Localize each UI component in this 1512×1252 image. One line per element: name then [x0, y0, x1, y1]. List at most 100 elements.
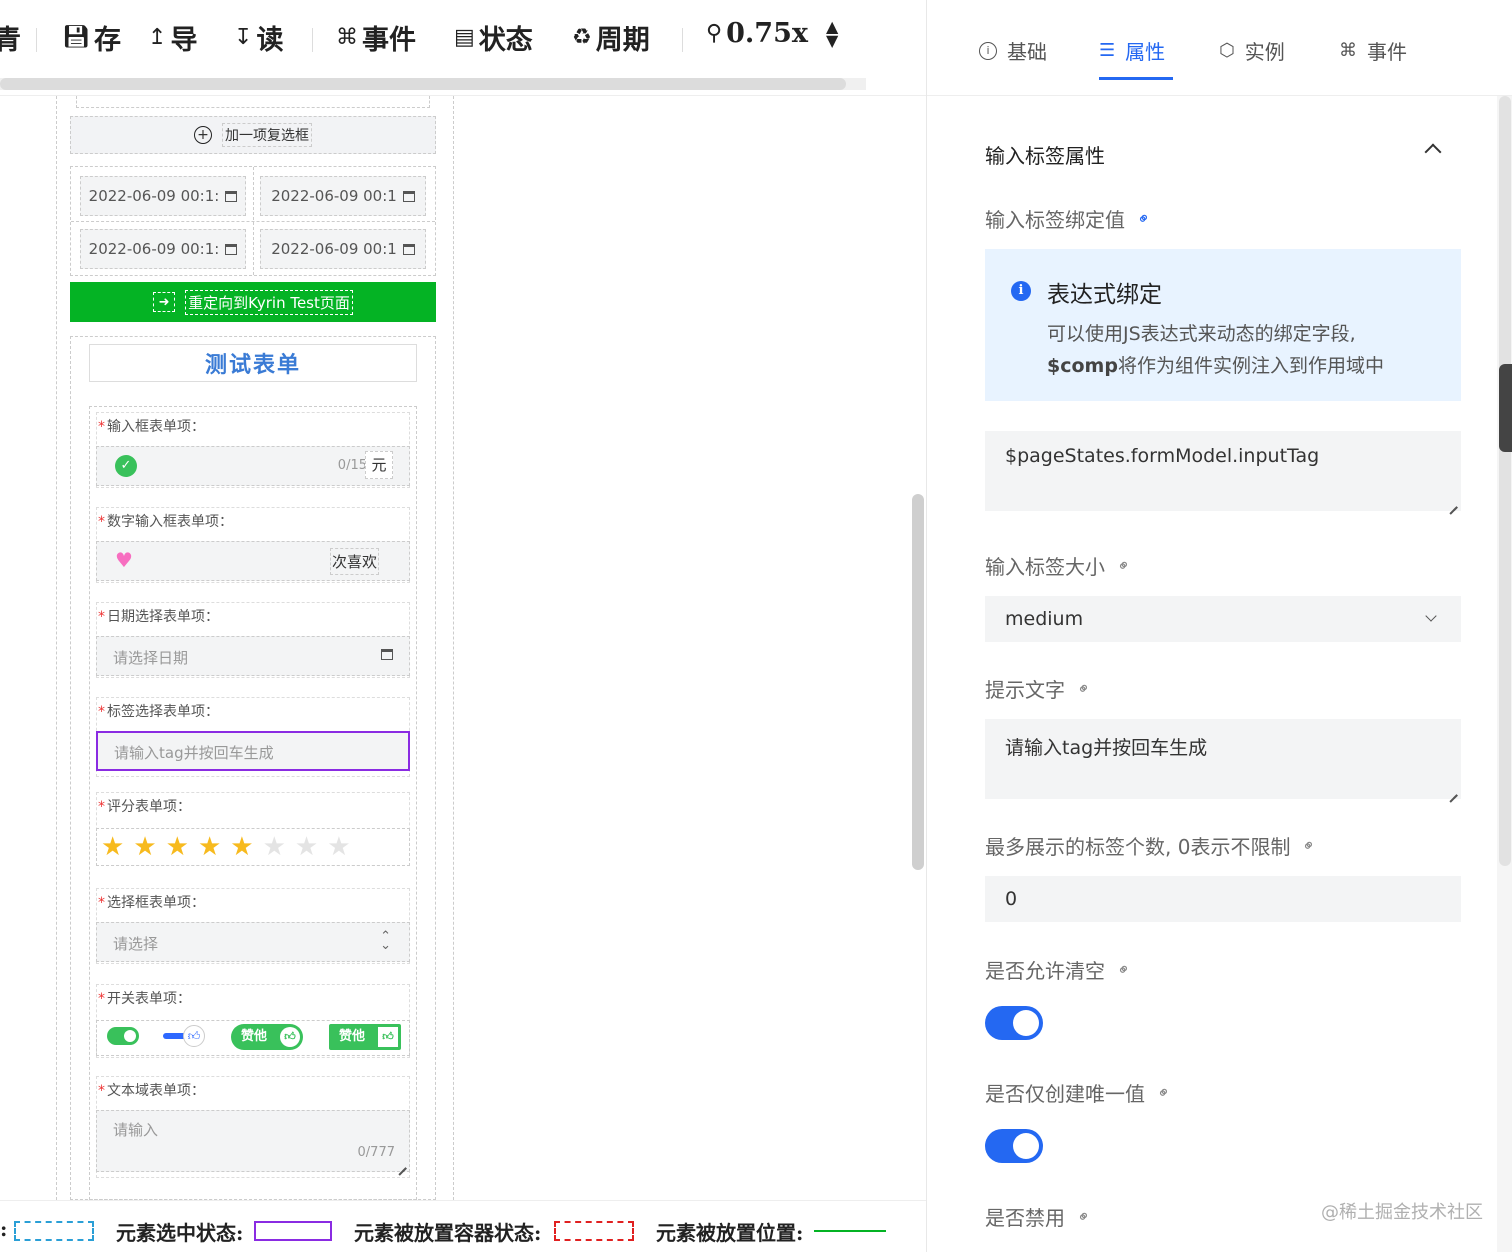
- date-picker[interactable]: 2022-06-09 00:1: [260, 176, 426, 216]
- toolbar-divider: [682, 28, 683, 52]
- add-checkbox-button[interactable]: + 加一项复选框: [70, 116, 436, 154]
- updown-arrows-icon: ⌃ ⌄: [380, 929, 391, 953]
- date-value: 2022-06-09 00:1: [271, 240, 397, 258]
- number-input[interactable]: ♥ 次喜欢: [96, 541, 410, 581]
- download-icon: ↧: [234, 25, 253, 50]
- star-icon[interactable]: ★: [327, 834, 350, 860]
- label-text: 最多展示的标签个数, 0表示不限制: [985, 835, 1291, 859]
- resize-handle-icon[interactable]: [396, 1158, 406, 1168]
- switch-thumb[interactable]: 👍︎: [163, 1025, 205, 1047]
- save-button[interactable]: 💾︎ 存: [62, 18, 121, 57]
- label-text: 是否允许清空: [985, 959, 1105, 983]
- size-select[interactable]: medium: [985, 596, 1461, 642]
- legend-prefix: :: [0, 1217, 8, 1241]
- import-button[interactable]: ↧ 读: [234, 18, 283, 57]
- binding-textarea[interactable]: $pageStates.formModel.inputTag: [985, 431, 1461, 511]
- resize-handle-icon[interactable]: [1447, 785, 1457, 795]
- redirect-button[interactable]: ➜ 重定向到Kyrin Test页面: [70, 282, 436, 322]
- legend-hover-sample: [14, 1221, 94, 1241]
- info-code: $comp: [1047, 355, 1118, 377]
- scrollbar-thumb[interactable]: [0, 78, 846, 90]
- tab-label: 属性: [1125, 40, 1166, 64]
- info-icon: i: [1011, 281, 1031, 301]
- link-icon[interactable]: ⚭: [1112, 958, 1135, 981]
- collapse-chevron-icon[interactable]: [1424, 143, 1442, 161]
- star-icon[interactable]: ★: [295, 834, 318, 860]
- tab-basic[interactable]: i 基础: [979, 36, 1047, 65]
- zoom-control[interactable]: ⚲ 0.75x ▲ ▼: [706, 18, 838, 49]
- scrollbar-thumb[interactable]: [1499, 96, 1511, 866]
- rating-stars[interactable]: ★ ★ ★ ★ ★ ★ ★ ★: [96, 828, 410, 866]
- date-input[interactable]: 请选择日期: [96, 636, 410, 676]
- legend-position-label: 元素被放置位置:: [656, 1221, 804, 1245]
- switch-round-text[interactable]: 赞他 👍︎: [231, 1024, 303, 1050]
- properties-panel: i 基础 ☰ 属性 ⬡ 实例 ⌘ 事件 输入标签属性 输入标签绑定值 ⚭ i 表…: [926, 0, 1512, 1252]
- hint-textarea[interactable]: 请输入tag并按回车生成: [985, 719, 1461, 799]
- link-icon[interactable]: ⚭: [1072, 1205, 1095, 1228]
- unique-toggle[interactable]: [985, 1129, 1043, 1163]
- lifecycle-button[interactable]: ♻ 周期: [572, 18, 650, 57]
- tab-instance[interactable]: ⬡ 实例: [1219, 36, 1285, 65]
- legend-selected-label: 元素选中状态:: [116, 1221, 244, 1245]
- add-checkbox-label: 加一项复选框: [222, 123, 312, 147]
- section-title: 输入标签属性: [985, 144, 1105, 168]
- select-input[interactable]: 请选择 ⌃ ⌄: [96, 922, 410, 962]
- star-icon[interactable]: ★: [263, 834, 286, 860]
- textarea-input[interactable]: 请输入 0/777: [96, 1110, 410, 1172]
- tab-label: 事件: [1367, 40, 1407, 64]
- char-counter: 0/15: [337, 458, 367, 473]
- date-picker[interactable]: 2022-06-09 00:1: [260, 229, 426, 269]
- tag-input-selected[interactable]: 请输入tag并按回车生成: [96, 731, 410, 771]
- resize-handle-icon[interactable]: [1447, 497, 1457, 507]
- status-legend: : 元素选中状态: 元素被放置容器状态: 元素被放置位置:: [0, 1200, 926, 1252]
- state-button[interactable]: ▤ 状态: [454, 18, 533, 57]
- info-alert: i 表达式绑定 可以使用JS表达式来动态的绑定字段, $comp将作为组件实例注…: [985, 249, 1461, 401]
- side-drawer-handle[interactable]: [1499, 364, 1512, 452]
- max-tags-input[interactable]: 0: [985, 876, 1461, 922]
- lifecycle-icon: ♻: [572, 25, 592, 50]
- switch-on-small[interactable]: [107, 1027, 139, 1045]
- star-icon[interactable]: ★: [166, 834, 189, 860]
- zoom-icon: ⚲: [706, 21, 723, 46]
- select-value: medium: [1005, 608, 1084, 630]
- field-label: * 标签选择表单项：: [98, 704, 219, 720]
- select-placeholder: 请选择: [113, 935, 159, 953]
- input-suffix: 次喜欢: [329, 548, 379, 575]
- star-icon[interactable]: ★: [133, 834, 156, 860]
- form-title-box: 测试表单: [89, 344, 417, 382]
- star-icon[interactable]: ★: [230, 834, 253, 860]
- link-icon[interactable]: ⚭: [1072, 677, 1095, 700]
- command-icon: ⌘: [336, 25, 358, 50]
- tab-properties[interactable]: ☰ 属性: [1099, 36, 1165, 65]
- events-button[interactable]: ⌘ 事件: [336, 18, 416, 57]
- text-input[interactable]: ✓ 0/15 元: [96, 446, 410, 486]
- star-icon[interactable]: ★: [198, 834, 221, 860]
- date-picker[interactable]: 2022-06-09 00:1:: [80, 176, 246, 216]
- zoom-stepper-icon[interactable]: ▲ ▼: [826, 18, 838, 48]
- date-value: 2022-06-09 00:1:: [88, 187, 220, 205]
- panel-scrollbar[interactable]: [1497, 96, 1512, 1252]
- field-label: * 选择框表单项：: [98, 895, 205, 911]
- switch-text: 赞他: [241, 1029, 268, 1044]
- toolbar-item-partial[interactable]: 青: [0, 18, 21, 57]
- star-icon[interactable]: ★: [101, 834, 124, 860]
- switch-square-text[interactable]: 赞他 👍︎: [329, 1024, 401, 1050]
- binding-label: 输入标签绑定值 ⚭: [985, 204, 1155, 233]
- field-label: * 开关表单项：: [98, 991, 191, 1007]
- clearable-toggle[interactable]: [985, 1006, 1043, 1040]
- horizontal-scrollbar[interactable]: [0, 78, 866, 90]
- panel-tabs: i 基础 ☰ 属性 ⬡ 实例 ⌘ 事件: [927, 0, 1512, 96]
- tab-label: 基础: [1007, 40, 1047, 64]
- link-icon[interactable]: ⚭: [1132, 207, 1155, 230]
- link-icon[interactable]: ⚭: [1152, 1081, 1175, 1104]
- char-counter: 0/777: [357, 1145, 395, 1160]
- vertical-scrollbar[interactable]: [912, 494, 924, 870]
- chevron-down-icon: [1425, 610, 1437, 622]
- tab-events[interactable]: ⌘ 事件: [1339, 36, 1407, 65]
- grid-divider: [71, 221, 435, 222]
- date-picker[interactable]: 2022-06-09 00:1:: [80, 229, 246, 269]
- link-icon[interactable]: ⚭: [1112, 554, 1135, 577]
- export-button[interactable]: ↥ 导: [148, 18, 197, 57]
- label-text: 输入标签绑定值: [985, 208, 1125, 232]
- link-icon[interactable]: ⚭: [1298, 834, 1321, 857]
